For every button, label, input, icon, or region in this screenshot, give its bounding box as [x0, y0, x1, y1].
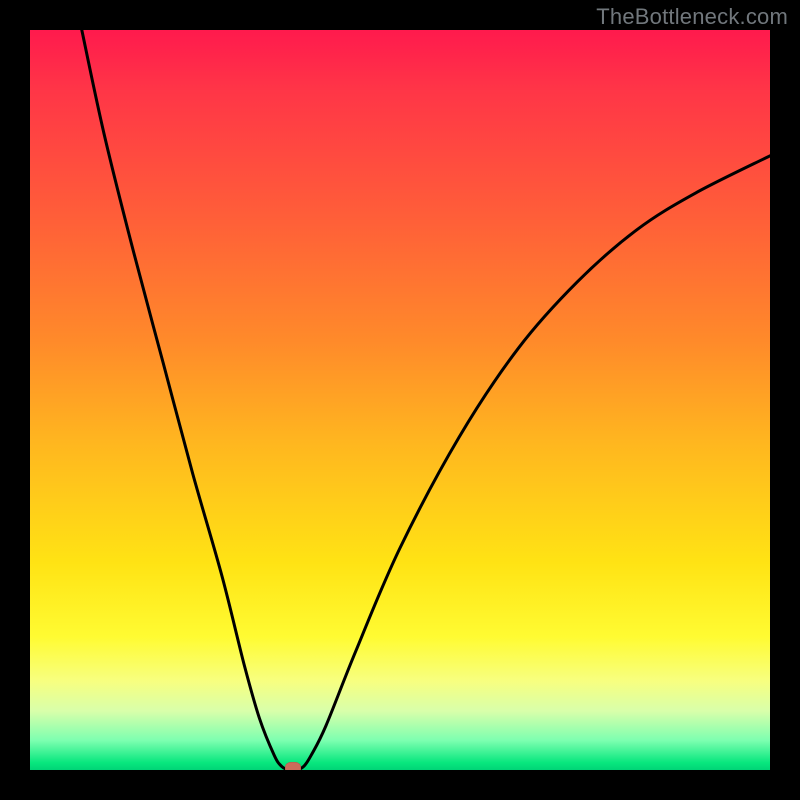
curve-svg	[30, 30, 770, 770]
chart-frame: TheBottleneck.com	[0, 0, 800, 800]
watermark-text: TheBottleneck.com	[596, 4, 788, 30]
plot-area	[30, 30, 770, 770]
optimal-point-marker	[285, 762, 301, 770]
bottleneck-curve	[82, 30, 770, 770]
